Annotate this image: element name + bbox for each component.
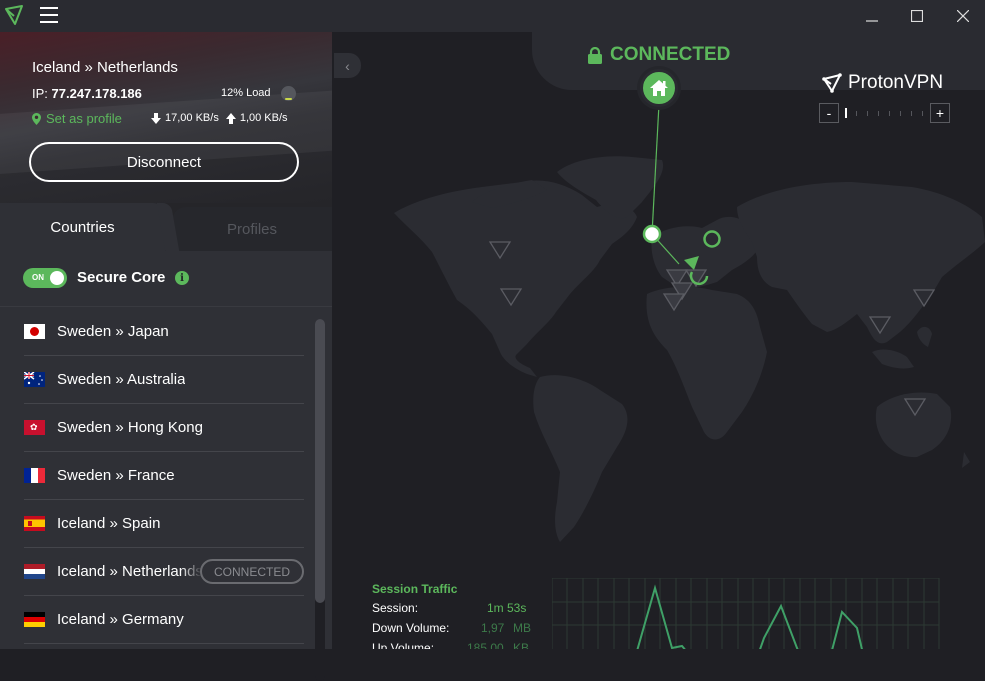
maximize-icon	[911, 10, 923, 22]
server-label: Sweden » Hong Kong	[57, 419, 203, 436]
traffic-unit: KB	[513, 641, 530, 649]
traffic-row-down: Down Volume: 1,97 MB	[372, 621, 552, 641]
continent-asia	[737, 182, 985, 344]
server-list: Sweden » Japan Sweden » Australia ✿ Swed…	[0, 308, 310, 649]
connection-status-label: CONNECTED	[610, 44, 731, 65]
secure-core-toggle[interactable]: ON	[23, 268, 67, 288]
tab-countries[interactable]: Countries	[0, 203, 165, 251]
continent-north-america	[394, 180, 637, 377]
map-pin-icon	[32, 112, 41, 125]
map-area: ‹ CONNECTED ProtonVPN - + Session Traffi…	[332, 32, 985, 649]
traffic-value: 185,00	[467, 641, 504, 649]
secure-core-label: Secure Core	[77, 269, 166, 286]
server-row-connected[interactable]: Iceland » Netherlands CONNECTED	[24, 548, 304, 596]
upload-speed: 1,00 KB/s	[239, 112, 288, 124]
sidebar: Iceland » Netherlands IP: 77.247.178.186…	[0, 32, 332, 681]
flag-netherlands-icon	[24, 564, 45, 579]
disconnect-button[interactable]: Disconnect	[29, 142, 299, 182]
scrollbar-thumb[interactable]	[315, 319, 325, 603]
flag-germany-icon	[24, 612, 45, 627]
speed-readout: 17,00 KB/s 1,00 KB/s	[151, 112, 288, 124]
zoom-slider[interactable]	[845, 108, 925, 118]
server-row[interactable]: Sweden » Japan	[24, 308, 304, 356]
world-map	[394, 103, 985, 542]
set-as-profile-label: Set as profile	[46, 111, 122, 126]
session-traffic: Session Traffic Session: 1m 53s Down Volu…	[372, 582, 552, 649]
server-label: Iceland » Germany	[57, 611, 184, 628]
continent-south-america	[533, 375, 628, 542]
server-row[interactable]: Sweden » France	[24, 452, 304, 500]
traffic-line	[636, 584, 863, 649]
load-indicator-icon	[281, 86, 296, 101]
lock-icon	[588, 46, 602, 64]
continent-africa	[646, 286, 767, 440]
protonvpn-logo-icon	[5, 5, 23, 25]
brand-logo: ProtonVPN	[822, 72, 943, 94]
upload-arrow-icon	[225, 112, 236, 124]
continents	[394, 156, 985, 542]
chevron-left-icon: ‹	[345, 57, 350, 74]
ip-value: 77.247.178.186	[51, 86, 142, 101]
session-traffic-title: Session Traffic	[372, 582, 458, 596]
server-label: Sweden » Japan	[57, 323, 169, 340]
home-icon	[650, 80, 668, 96]
minimize-icon	[866, 20, 878, 22]
secure-core-bar: ON Secure Core i	[0, 251, 332, 307]
ip-address: IP: 77.247.178.186	[32, 86, 142, 101]
hamburger-menu-icon[interactable]	[40, 7, 58, 23]
info-icon[interactable]: i	[175, 271, 189, 285]
traffic-row-session: Session: 1m 53s	[372, 601, 552, 621]
graph-grid	[552, 578, 940, 649]
server-row[interactable]: Iceland » Spain	[24, 500, 304, 548]
connection-status: CONNECTED	[588, 44, 730, 66]
collapse-sidebar-button[interactable]: ‹	[334, 53, 361, 78]
download-speed: 17,00 KB/s	[165, 112, 219, 124]
flag-japan-icon	[24, 324, 45, 339]
map-zoom-control: - +	[819, 103, 951, 123]
set-as-profile-link[interactable]: Set as profile	[32, 111, 122, 126]
server-row[interactable]: Sweden » Australia	[24, 356, 304, 404]
server-label: Sweden » Australia	[57, 371, 186, 388]
flag-spain-icon	[24, 516, 45, 531]
traffic-label: Down Volume:	[372, 621, 450, 635]
maximize-button[interactable]	[894, 0, 940, 32]
sidebar-tabs: Profiles Countries	[0, 203, 332, 251]
traffic-label: Session:	[372, 601, 419, 615]
zoom-in-button[interactable]: +	[930, 103, 950, 123]
traffic-value: 1m 53s	[487, 601, 527, 615]
toggle-state-label: ON	[32, 273, 44, 282]
server-label: Sweden » France	[57, 467, 175, 484]
download-arrow-icon	[151, 112, 161, 124]
traffic-value: 1,97	[481, 621, 505, 635]
ip-label: IP:	[32, 86, 52, 101]
connection-header: Iceland » Netherlands IP: 77.247.178.186…	[0, 32, 332, 203]
connection-title: Iceland » Netherlands	[32, 59, 178, 76]
secure-core-node-iceland[interactable]	[642, 224, 662, 244]
brand-name: ProtonVPN	[848, 72, 944, 93]
home-location-button[interactable]	[640, 69, 678, 107]
connected-badge: CONNECTED	[199, 559, 304, 584]
close-icon	[957, 10, 969, 22]
traffic-label: Up Volume:	[372, 641, 435, 649]
continent-australia	[875, 392, 952, 458]
traffic-row-up: Up Volume: 185,00 KB	[372, 641, 552, 649]
server-row[interactable]: Iceland » Germany	[24, 596, 304, 644]
server-load: 12% Load	[221, 87, 271, 99]
toggle-knob	[50, 271, 64, 285]
protonvpn-brand-icon	[822, 73, 842, 93]
flag-france-icon	[24, 468, 45, 483]
close-button[interactable]	[940, 0, 985, 32]
flag-australia-icon	[24, 372, 45, 387]
tab-profiles[interactable]: Profiles	[172, 207, 332, 251]
flag-hong-kong-icon: ✿	[24, 420, 45, 435]
traffic-unit: MB	[513, 621, 531, 635]
zoom-out-button[interactable]: -	[819, 103, 839, 123]
server-label: Iceland » Spain	[57, 515, 161, 532]
server-row[interactable]: ✿ Sweden » Hong Kong	[24, 404, 304, 452]
traffic-graph	[552, 578, 940, 649]
server-list-scrollbar[interactable]	[315, 319, 325, 681]
minimize-button[interactable]	[849, 0, 895, 32]
title-bar	[0, 0, 985, 32]
server-label: Iceland » Netherlands	[57, 563, 202, 580]
